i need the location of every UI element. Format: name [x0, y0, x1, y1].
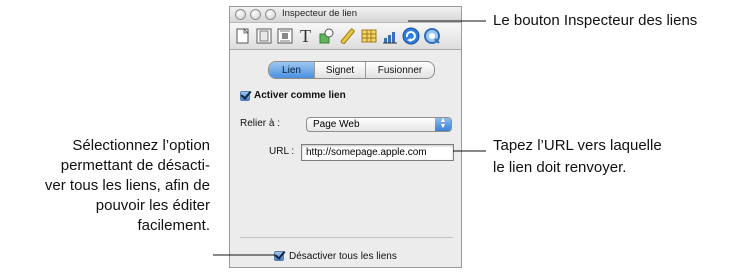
callout-disable-line2: permettant de désacti-	[60, 157, 210, 174]
callout-disable-line1: Sélectionnez l’option	[72, 137, 210, 154]
callout-disable-all-links: Sélectionnez l’option permettant de désa…	[0, 136, 210, 236]
callout-url-line1: Tapez l’URL vers laquelle	[493, 137, 662, 154]
callout-disable-line3: ver tous les liens, afin de	[44, 177, 210, 194]
callout-disable-line4: pouvoir les éditer	[95, 197, 210, 214]
callout-link-inspector-button: Le bouton Inspecteur des liens	[493, 12, 698, 29]
callout-url-line2: le lien doit renvoyer.	[493, 159, 627, 176]
callout-disable-line5: facilement.	[137, 217, 210, 234]
